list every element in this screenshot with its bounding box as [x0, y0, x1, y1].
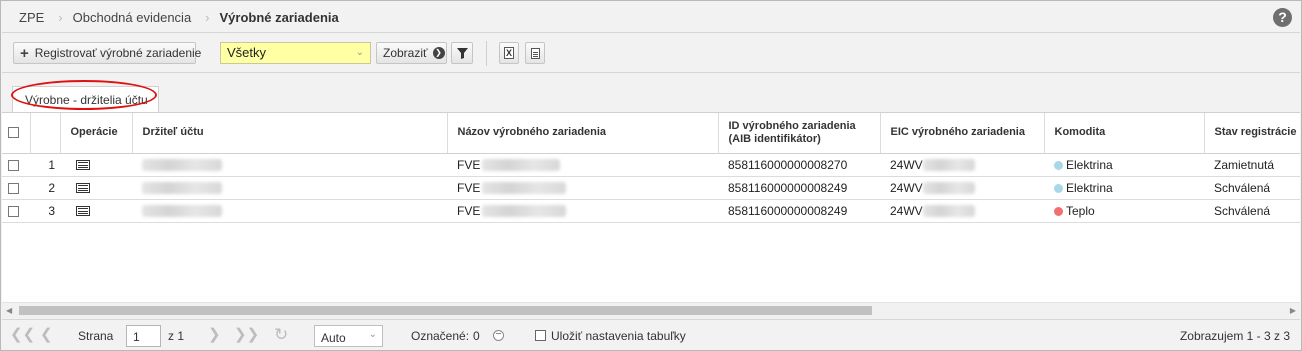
filter-select[interactable]: Všetky ⌄ — [220, 42, 371, 64]
toolbar: + Registrovať výrobné zariadenie Všetky … — [2, 34, 1300, 73]
redacted-holder — [142, 205, 222, 218]
filter-select-value: Všetky — [227, 45, 267, 60]
toolbar-divider — [486, 41, 487, 66]
show-button-label: Zobraziť — [383, 46, 428, 60]
page-count-label: z 1 — [168, 329, 185, 343]
horizontal-scrollbar[interactable]: ◀ ▶ — [2, 302, 1300, 318]
row-checkbox[interactable] — [8, 159, 19, 171]
eic-cell: 24WV — [890, 180, 923, 195]
selected-label: Označené: — [411, 329, 470, 343]
row-checkbox[interactable] — [8, 182, 19, 194]
next-page-icon[interactable]: ❯ — [208, 326, 221, 344]
select-all-checkbox[interactable] — [8, 126, 19, 138]
row-detail-icon[interactable] — [76, 183, 90, 194]
table-row[interactable]: 1 FVE 858116000000008270 24WV Elektrina … — [2, 153, 1300, 177]
pager: ❮❮ ❮ Strana 1 z 1 ❯ ❯❯ ↻ Auto ⌄ Označené… — [2, 319, 1300, 350]
breadcrumb-item-zpe[interactable]: ZPE — [2, 10, 54, 25]
scroll-right-icon[interactable]: ▶ — [1290, 306, 1296, 315]
app-frame: ZPE › Obchodná evidencia › Výrobné zaria… — [0, 0, 1302, 351]
register-device-button[interactable]: + Registrovať výrobné zariadenie — [13, 42, 201, 64]
scroll-left-icon[interactable]: ◀ — [6, 306, 12, 315]
page-number-input[interactable]: 1 — [126, 325, 161, 347]
column-header-eic[interactable]: EIC výrobného zariadenia — [880, 113, 1045, 154]
commodity-cell: Teplo — [1066, 203, 1095, 218]
redacted-device-name — [482, 205, 567, 218]
table-row[interactable]: 3 FVE 858116000000008249 24WV Teplo Schv… — [2, 199, 1300, 223]
chevron-right-icon: › — [58, 9, 63, 25]
redacted-device-name — [482, 159, 561, 172]
save-table-settings-checkbox[interactable] — [535, 330, 546, 341]
chevron-right-icon: › — [205, 9, 210, 25]
chevron-down-icon: ⌄ — [368, 329, 377, 340]
device-name-cell: FVE — [457, 157, 481, 172]
column-header-commodity[interactable]: Komodita — [1044, 113, 1205, 154]
last-page-icon[interactable]: ❯❯ — [234, 326, 259, 344]
arrow-right-circle-icon: ❯ — [432, 47, 445, 59]
column-header-number — [30, 113, 61, 154]
column-header-registration-status[interactable]: Stav registrácie — [1204, 113, 1300, 154]
redacted-holder — [142, 159, 222, 172]
breadcrumb: ZPE › Obchodná evidencia › Výrobné zaria… — [2, 2, 1300, 33]
row-checkbox[interactable] — [8, 205, 19, 217]
save-table-settings-label[interactable]: Uložiť nastavenia tabuľky — [551, 329, 686, 343]
filter-button[interactable] — [451, 42, 473, 64]
status-cell: Schválená — [1204, 199, 1300, 223]
previous-page-icon[interactable]: ❮ — [40, 326, 53, 344]
plus-icon: + — [20, 44, 29, 62]
refresh-icon[interactable]: ↻ — [274, 326, 288, 344]
row-number: 2 — [30, 176, 60, 200]
clear-selection-icon[interactable]: − — [493, 330, 504, 341]
selected-count: 0 — [473, 329, 480, 343]
commodity-dot-icon — [1054, 183, 1063, 193]
status-cell: Zamietnutá — [1204, 153, 1300, 177]
page-size-select[interactable]: Auto ⌄ — [314, 325, 383, 347]
commodity-dot-icon — [1054, 160, 1063, 170]
row-detail-icon[interactable] — [76, 160, 90, 171]
page-size-value: Auto — [321, 331, 346, 345]
help-icon[interactable]: ? — [1273, 8, 1292, 27]
table-row[interactable]: 2 FVE 858116000000008249 24WV Elektrina … — [2, 176, 1300, 200]
row-number: 1 — [30, 153, 60, 177]
redacted-device-name — [482, 182, 567, 195]
scrollbar-thumb[interactable] — [19, 306, 872, 315]
tab-strip: Výrobne - držitelia účtu — [2, 74, 1300, 112]
status-cell: Schválená — [1204, 176, 1300, 200]
records-summary: Zobrazujem 1 - 3 z 3 — [1179, 329, 1290, 343]
document-icon — [530, 47, 540, 59]
show-button[interactable]: Zobraziť ❯ — [376, 42, 447, 64]
row-number: 3 — [30, 199, 60, 223]
breadcrumb-item-evidence[interactable]: Obchodná evidencia — [67, 10, 202, 25]
redacted-eic — [922, 159, 975, 172]
aib-id-cell: 858116000000008270 — [718, 153, 880, 177]
device-name-cell: FVE — [457, 180, 481, 195]
export-document-button[interactable] — [525, 42, 545, 64]
redacted-holder — [142, 182, 222, 195]
table-header-row: Operácie Držiteľ účtu Názov výrobného za… — [2, 113, 1300, 154]
commodity-cell: Elektrina — [1066, 157, 1113, 172]
chevron-down-icon: ⌄ — [355, 47, 364, 58]
page-label: Strana — [78, 329, 114, 343]
funnel-icon — [456, 47, 468, 59]
page-title: Výrobné zariadenia — [219, 9, 339, 25]
aib-id-cell: 858116000000008249 — [718, 199, 880, 223]
register-device-label: Registrovať výrobné zariadenie — [34, 46, 202, 60]
commodity-cell: Elektrina — [1066, 180, 1113, 195]
column-header-device-name[interactable]: Názov výrobného zariadenia — [447, 113, 719, 154]
device-name-cell: FVE — [457, 203, 481, 218]
eic-cell: 24WV — [890, 203, 923, 218]
column-header-operations[interactable]: Operácie — [60, 113, 133, 154]
column-header-aib-id[interactable]: ID výrobného zariadenia (AIB identifikát… — [718, 113, 881, 154]
export-excel-button[interactable]: X — [499, 42, 519, 64]
redacted-eic — [922, 205, 975, 218]
tab-producers-account-holders[interactable]: Výrobne - držitelia účtu — [12, 86, 159, 112]
commodity-dot-icon — [1054, 206, 1063, 216]
first-page-icon[interactable]: ❮❮ — [10, 326, 35, 344]
devices-table: Operácie Držiteľ účtu Názov výrobného za… — [2, 112, 1300, 302]
redacted-eic — [922, 182, 975, 195]
column-header-account-holder[interactable]: Držiteľ účtu — [132, 113, 448, 154]
excel-icon: X — [503, 47, 514, 59]
eic-cell: 24WV — [890, 157, 923, 172]
aib-id-cell: 858116000000008249 — [718, 176, 880, 200]
row-detail-icon[interactable] — [76, 206, 90, 217]
